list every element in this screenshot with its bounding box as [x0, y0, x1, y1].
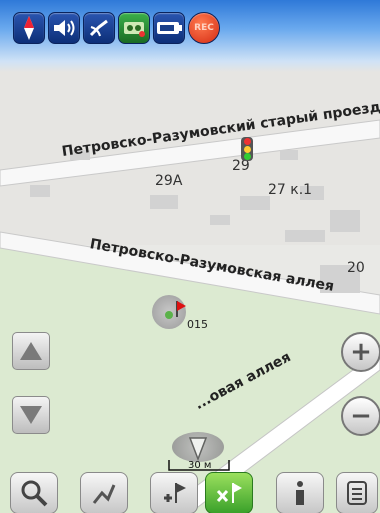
- current-position-marker: [172, 432, 224, 462]
- route-button[interactable]: [80, 472, 128, 513]
- compass-icon[interactable]: [13, 12, 45, 44]
- info-icon: [296, 481, 304, 505]
- zoom-in-label: +: [350, 337, 372, 367]
- house-number: 29А: [155, 173, 183, 189]
- route-icon: [92, 484, 116, 504]
- menu-button[interactable]: [336, 472, 378, 513]
- info-button[interactable]: [276, 472, 324, 513]
- map-screen: REC Петровско-Разумовский старый проезд …: [0, 0, 380, 513]
- bottom-toolbar: [0, 468, 380, 513]
- status-bar: REC: [0, 0, 380, 72]
- zoom-in-button[interactable]: +: [341, 332, 380, 372]
- search-icon: [21, 480, 48, 507]
- clear-route-icon: [216, 483, 242, 503]
- house-number: 20: [347, 260, 365, 276]
- zoom-out-button[interactable]: −: [341, 396, 380, 436]
- waypoint-marker[interactable]: [152, 295, 186, 329]
- traffic-light-icon: [241, 137, 253, 161]
- menu-icon: [347, 481, 367, 505]
- satellite-icon[interactable]: [83, 12, 115, 44]
- add-waypoint-icon: [164, 483, 186, 503]
- search-button[interactable]: [10, 472, 58, 513]
- waypoint-label: 015: [187, 318, 208, 331]
- battery-icon[interactable]: [153, 12, 185, 44]
- zoom-out-label: −: [350, 401, 372, 431]
- tracker-icon[interactable]: [118, 12, 150, 44]
- clear-route-button[interactable]: [205, 472, 253, 513]
- record-label: REC: [194, 23, 214, 33]
- add-waypoint-button[interactable]: [150, 472, 198, 513]
- house-number: 27 к.1: [268, 182, 313, 198]
- speaker-icon[interactable]: [48, 12, 80, 44]
- record-icon[interactable]: REC: [188, 12, 220, 44]
- pan-up-button[interactable]: [12, 332, 50, 370]
- pan-down-button[interactable]: [12, 396, 50, 434]
